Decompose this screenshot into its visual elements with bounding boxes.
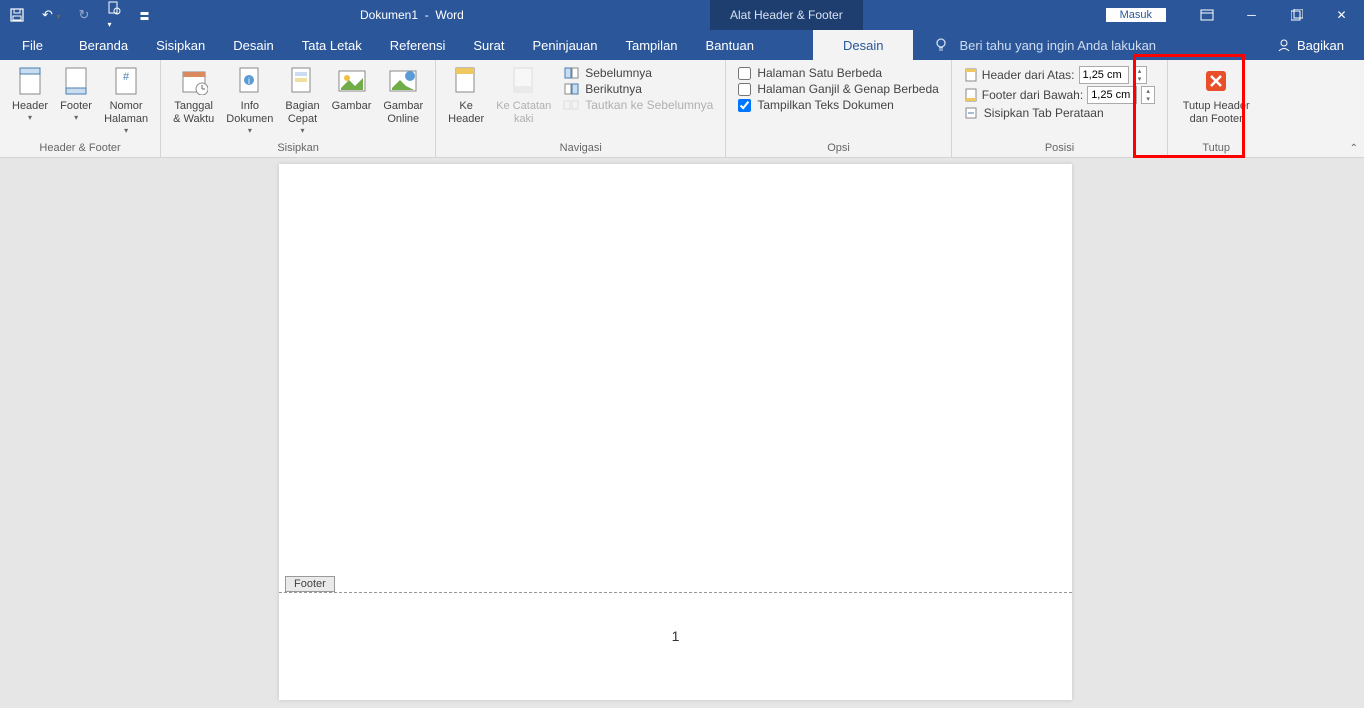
window-controls: Masuk ─ ✕: [1106, 0, 1364, 30]
online-picture-icon: [387, 65, 419, 97]
spinner[interactable]: ▴▾: [1133, 66, 1147, 84]
page-number-icon: #: [110, 65, 142, 97]
different-odd-even-checkbox[interactable]: Halaman Ganjil & Genap Berbeda: [738, 82, 938, 96]
svg-text:i: i: [248, 76, 250, 86]
footer-button[interactable]: Footer▾: [54, 63, 98, 125]
different-first-checkbox[interactable]: Halaman Satu Berbeda: [738, 66, 938, 80]
group-sisipkan: Tanggal & Waktu i Info Dokumen▾ Bagian C…: [161, 60, 436, 157]
menu-bantuan[interactable]: Bantuan: [692, 30, 768, 60]
calendar-icon: [178, 65, 210, 97]
footer-from-bottom[interactable]: Footer dari Bawah: ▴▾: [964, 86, 1155, 104]
menu-file[interactable]: File: [0, 30, 65, 60]
group-posisi: Header dari Atas: ▴▾ Footer dari Bawah: …: [952, 60, 1168, 157]
close-hf-icon: [1200, 65, 1232, 97]
tab-icon: [964, 106, 978, 120]
contextual-tab-title: Alat Header & Footer: [710, 0, 863, 30]
customize-qat-icon[interactable]: 〓: [139, 8, 149, 23]
group-label: Header & Footer: [39, 140, 120, 157]
goto-header-button[interactable]: Ke Header: [442, 63, 490, 128]
window-title: Dokumen1 - Word: [360, 8, 464, 22]
menu-referensi[interactable]: Referensi: [376, 30, 460, 60]
goto-header-icon: [450, 65, 482, 97]
maximize-icon[interactable]: [1274, 0, 1319, 30]
tell-me-search[interactable]: Beri tahu yang ingin Anda lakukan: [933, 37, 1156, 53]
header-button[interactable]: Header▾: [6, 63, 54, 125]
picture-icon: [336, 65, 368, 97]
previous-icon: [563, 66, 579, 80]
ribbon-display-icon[interactable]: [1184, 0, 1229, 30]
quick-parts-button[interactable]: Bagian Cepat▾: [279, 63, 325, 138]
previous-button[interactable]: Sebelumnya: [563, 66, 713, 80]
group-navigasi: Ke Header Ke Catatan kaki Sebelumnya Ber…: [436, 60, 726, 157]
minimize-icon[interactable]: ─: [1229, 0, 1274, 30]
menu-surat[interactable]: Surat: [459, 30, 518, 60]
picture-button[interactable]: Gambar: [326, 63, 378, 115]
header-pos-icon: [964, 68, 978, 82]
doc-info-icon: i: [234, 65, 266, 97]
footer-pos-input[interactable]: [1087, 86, 1137, 104]
footer-boundary: [279, 592, 1072, 593]
online-picture-button[interactable]: Gambar Online: [377, 63, 429, 128]
share-label: Bagikan: [1297, 38, 1344, 53]
menu-sisipkan[interactable]: Sisipkan: [142, 30, 219, 60]
redo-icon[interactable]: ↻: [79, 7, 90, 23]
menu-desain-contextual[interactable]: Desain: [813, 30, 913, 60]
document-area: Footer 1: [0, 158, 1364, 708]
close-icon[interactable]: ✕: [1319, 0, 1364, 30]
insert-align-tab[interactable]: Sisipkan Tab Perataan: [964, 106, 1155, 120]
spinner[interactable]: ▴▾: [1141, 86, 1155, 104]
title-bar: ↶ ▾ ↻ ▾ 〓 Dokumen1 - Word Alat Header & …: [0, 0, 1364, 30]
share-icon: [1277, 38, 1291, 52]
footer-icon: [60, 65, 92, 97]
save-icon[interactable]: [10, 8, 24, 22]
goto-footer-icon: [508, 65, 540, 97]
header-pos-input[interactable]: [1079, 66, 1129, 84]
group-opsi: Halaman Satu Berbeda Halaman Ganjil & Ge…: [726, 60, 951, 157]
next-icon: [563, 82, 579, 96]
show-doc-text-checkbox[interactable]: Tampilkan Teks Dokumen: [738, 98, 938, 112]
collapse-ribbon-icon[interactable]: ⌃: [1350, 143, 1358, 154]
date-time-button[interactable]: Tanggal & Waktu: [167, 63, 220, 128]
group-label: Sisipkan: [277, 140, 319, 157]
group-label: Tutup: [1202, 140, 1230, 157]
next-button[interactable]: Berikutnya: [563, 82, 713, 96]
menu-tampilan[interactable]: Tampilan: [612, 30, 692, 60]
page[interactable]: Footer 1: [279, 164, 1072, 700]
close-header-footer-button[interactable]: Tutup Header dan Footer: [1174, 63, 1258, 128]
menu-peninjauan[interactable]: Peninjauan: [518, 30, 611, 60]
footer-tag: Footer: [285, 576, 335, 592]
group-label: Posisi: [1045, 140, 1074, 157]
signin-button[interactable]: Masuk: [1106, 8, 1166, 22]
page-number-text: 1: [279, 628, 1072, 644]
svg-text:#: #: [123, 71, 130, 83]
link-icon: [563, 98, 579, 112]
group-label: Navigasi: [560, 140, 602, 157]
group-header-footer: Header▾ Footer▾ # Nomor Halaman▾ Header …: [0, 60, 161, 157]
group-label: Opsi: [827, 140, 850, 157]
menu-bar: File Beranda Sisipkan Desain Tata Letak …: [0, 30, 1364, 60]
lightbulb-icon: [933, 37, 949, 53]
group-tutup: Tutup Header dan Footer Tutup: [1168, 60, 1264, 157]
undo-icon[interactable]: ↶ ▾: [42, 7, 61, 23]
doc-info-button[interactable]: i Info Dokumen▾: [220, 63, 279, 138]
goto-footer-button: Ke Catatan kaki: [490, 63, 557, 128]
ribbon: Header▾ Footer▾ # Nomor Halaman▾ Header …: [0, 60, 1364, 158]
print-preview-icon[interactable]: ▾: [107, 1, 121, 30]
menu-beranda[interactable]: Beranda: [65, 30, 142, 60]
header-from-top[interactable]: Header dari Atas: ▴▾: [964, 66, 1155, 84]
quick-parts-icon: [286, 65, 318, 97]
tell-me-label: Beri tahu yang ingin Anda lakukan: [959, 38, 1156, 53]
page-number-button[interactable]: # Nomor Halaman▾: [98, 63, 154, 138]
link-previous-button: Tautkan ke Sebelumnya: [563, 98, 713, 112]
share-button[interactable]: Bagikan: [1277, 38, 1364, 53]
header-icon: [14, 65, 46, 97]
footer-pos-icon: [964, 88, 978, 102]
menu-tataletak[interactable]: Tata Letak: [288, 30, 376, 60]
menu-desain[interactable]: Desain: [219, 30, 287, 60]
quick-access-toolbar: ↶ ▾ ↻ ▾ 〓: [0, 1, 149, 30]
